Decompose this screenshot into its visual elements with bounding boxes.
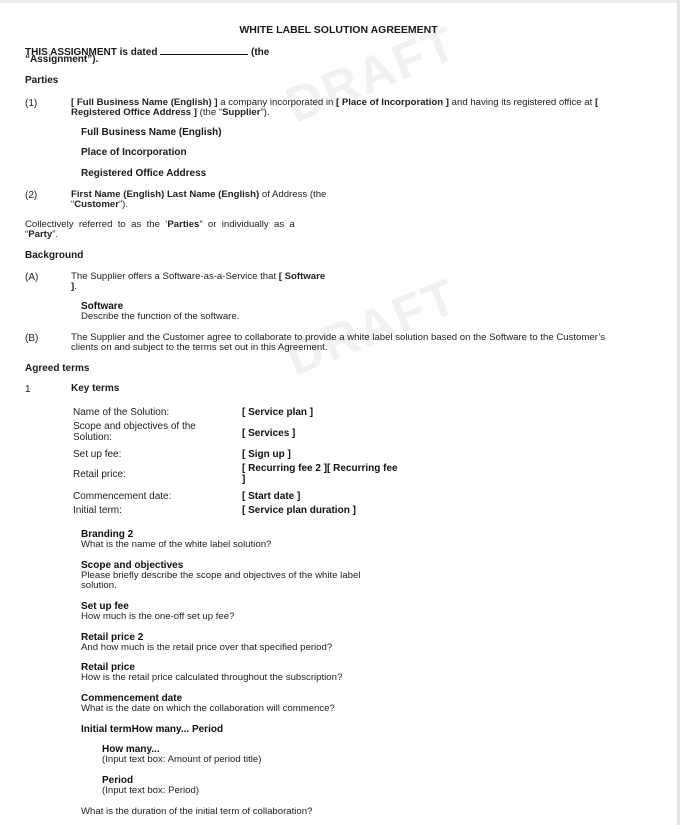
question-desc-line1: Please briefly describe the scope and ob…	[81, 570, 361, 581]
document-page: DRAFT DRAFT WHITE LABEL SOLUTION AGREEME…	[0, 3, 677, 825]
question-desc: And how much is the retail price over th…	[81, 642, 333, 653]
key-term-label: Set up fee:	[73, 449, 122, 460]
collective-text: Collectively referred to as the ‘Parties…	[25, 220, 295, 240]
background-b-number: (B)	[25, 333, 39, 344]
term-party: Party	[28, 229, 53, 240]
document-title: WHITE LABEL SOLUTION AGREEMENT	[239, 24, 438, 36]
section-1-title: Key terms	[71, 383, 120, 394]
background-a-end: .	[74, 281, 77, 292]
initial-term-heading: Initial termHow many... Period	[81, 724, 224, 735]
role-customer: Customer	[74, 199, 119, 210]
party-1-text: [ Full Business Name (English) ] a compa…	[71, 98, 598, 118]
key-term-label-line2: Solution:	[73, 432, 112, 443]
key-term-value[interactable]: [ Service plan duration ]	[242, 505, 356, 516]
key-term-label: Name of the Solution:	[73, 407, 170, 418]
party-1-text-d: ”).	[260, 107, 270, 118]
question-desc: How is the retail price calculated throu…	[81, 672, 343, 683]
section-1-number: 1	[25, 384, 31, 395]
background-b-text: The Supplier and the Customer agree to c…	[71, 333, 605, 353]
key-term-value-line2: ]	[242, 474, 246, 485]
key-term-value[interactable]: [ Recurring fee 2 ][ Recurring fee]	[242, 463, 398, 485]
collective-d: ”.	[52, 229, 59, 240]
key-term-label-line1: Scope and objectives of the	[73, 421, 196, 432]
key-term-value-line1: [ Recurring fee 2 ][ Recurring fee	[242, 463, 398, 474]
question-desc: Please briefly describe the scope and ob…	[81, 571, 360, 591]
role-supplier: Supplier	[222, 107, 261, 118]
background-heading: Background	[25, 250, 84, 261]
field-place-of-incorporation[interactable]: [ Place of Incorporation ]	[336, 97, 449, 108]
sub-question-desc: (Input text box: Amount of period title)	[102, 754, 262, 765]
sub-question-desc: (Input text box: Period)	[102, 785, 200, 796]
key-term-value[interactable]: [ Sign up ]	[242, 449, 291, 460]
parties-heading: Parties	[25, 75, 59, 86]
field-software[interactable]: [ Software	[279, 271, 325, 282]
party-2-number: (2)	[25, 190, 38, 201]
background-a-sentence: The Supplier offers a Software-as-a-Serv…	[71, 271, 279, 282]
key-term-value[interactable]: [ Service plan ]	[242, 407, 313, 418]
party-1-text-c: (the “	[197, 107, 223, 118]
key-term-label: Commencement date:	[73, 491, 172, 502]
party-2-text-c: ”).	[118, 199, 129, 210]
question-desc: What is the name of the white label solu…	[81, 539, 272, 550]
field-label-address: Registered Office Address	[81, 168, 207, 179]
question-desc: What is the date on which the collaborat…	[81, 703, 335, 714]
intro-suffix: (the	[250, 47, 270, 58]
party-2-text: First Name (English) Last Name (English)…	[71, 190, 326, 210]
agreed-terms-heading: Agreed terms	[25, 363, 90, 374]
initial-term-question: What is the duration of the initial term…	[81, 806, 313, 817]
party-2-text-a: of Address (the	[259, 189, 327, 200]
background-a-number: (A)	[25, 272, 39, 283]
software-note-desc: Describe the function of the software.	[81, 311, 240, 322]
key-term-label: Retail price:	[73, 469, 126, 480]
field-registered-office-address[interactable]: Registered Office Address ]	[71, 107, 197, 118]
question-desc: How much is the one-off set up fee?	[81, 611, 235, 622]
date-blank[interactable]	[160, 45, 249, 55]
field-label-business-name: Full Business Name (English)	[81, 127, 222, 138]
field-label-place: Place of Incorporation	[81, 147, 187, 158]
intro-line-2: “Assignment”).	[25, 54, 99, 65]
background-a-text: The Supplier offers a Software-as-a-Serv…	[71, 272, 325, 292]
party-1-number: (1)	[25, 98, 38, 109]
term-parties: Parties	[167, 219, 200, 230]
key-term-value[interactable]: [ Start date ]	[242, 491, 300, 502]
key-term-label: Scope and objectives of the Solution:	[73, 421, 196, 443]
field-registered-office-open[interactable]: [	[595, 97, 598, 108]
key-term-value[interactable]: [ Services ]	[242, 428, 295, 439]
party-1-text-b: and having its registered office at	[449, 97, 595, 108]
collective-b: ” or individually as a	[199, 219, 295, 230]
question-desc-line2: solution.	[81, 580, 117, 591]
background-b-line2: clients on and subject to the terms set …	[71, 342, 328, 353]
key-term-label: Initial term:	[73, 505, 122, 516]
